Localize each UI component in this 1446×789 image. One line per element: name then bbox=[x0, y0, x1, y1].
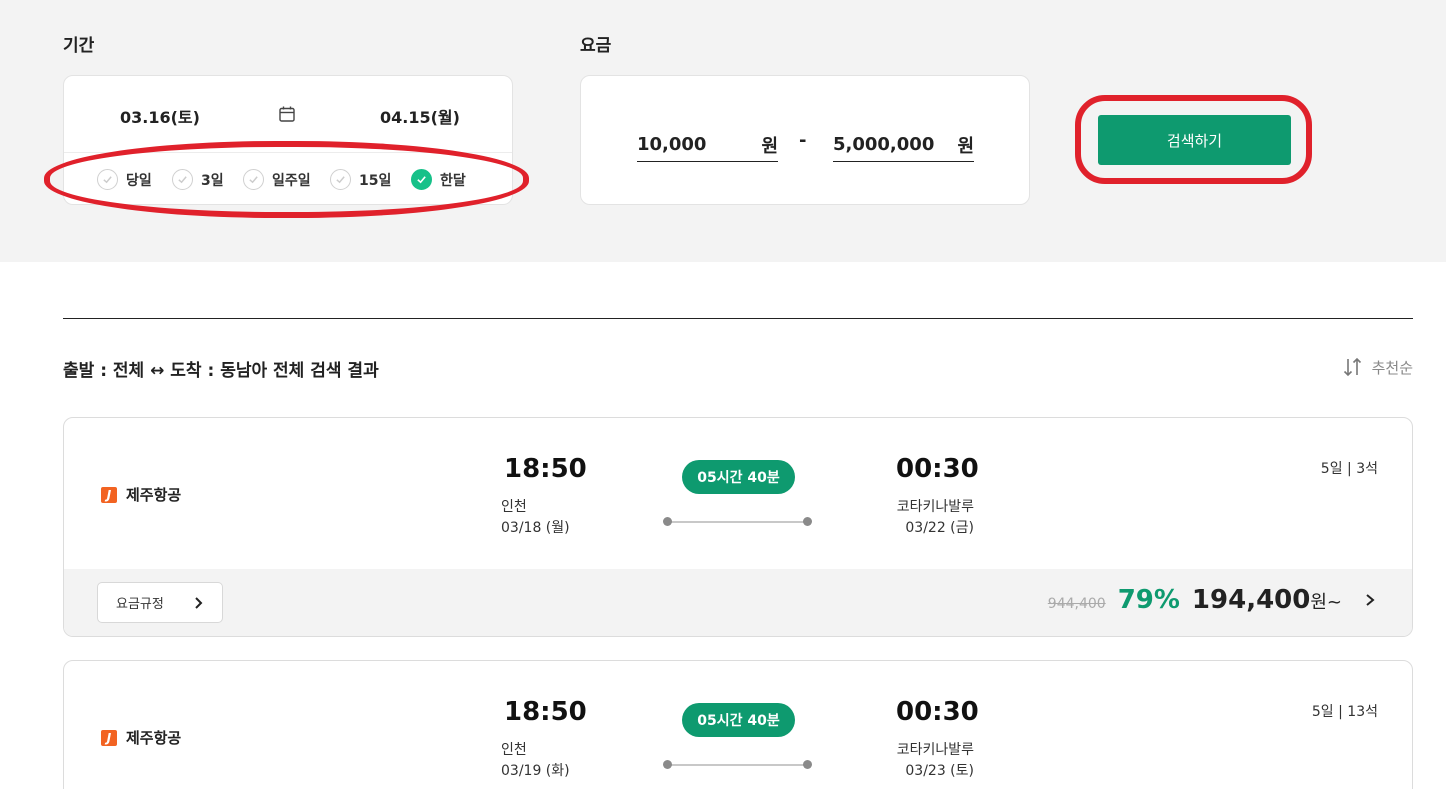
duration-badge: 05시간 40분 bbox=[682, 703, 795, 737]
arrival-city: 코타키나발루 bbox=[896, 499, 974, 515]
departure-city: 인천 bbox=[501, 742, 527, 758]
price-value: 194,400 bbox=[1191, 585, 1311, 615]
sort-button[interactable]: 추천순 bbox=[1342, 356, 1413, 378]
arrival-date: 03/23 (토) bbox=[905, 763, 974, 779]
min-price-field[interactable]: 10,000 원 bbox=[637, 128, 778, 162]
flight-card[interactable]: J 제주항공 18:50 인천 03/18 (월) 05시간 40분 00:30… bbox=[63, 417, 1413, 637]
final-price: 194,400원~ bbox=[1192, 585, 1342, 615]
original-price: 944,400 bbox=[1047, 596, 1106, 612]
airline-logo-icon: J bbox=[101, 729, 117, 746]
fare-rule-label: 요금규정 bbox=[116, 597, 164, 612]
card-footer: 요금규정 944,400 79% 194,400원~ bbox=[64, 569, 1412, 636]
chevron-right-icon[interactable] bbox=[1364, 593, 1376, 607]
route-start-dot bbox=[663, 517, 672, 526]
currency-unit: 원 bbox=[957, 135, 974, 157]
price-row: 944,400 79% 194,400원~ bbox=[1048, 585, 1376, 615]
highlight-annotation bbox=[1075, 95, 1312, 184]
route-line bbox=[667, 764, 808, 766]
start-date[interactable]: 03.16(토) bbox=[120, 104, 200, 128]
arrival-time: 00:30 bbox=[896, 697, 979, 727]
min-price-value: 10,000 bbox=[637, 134, 707, 155]
airline-logo-icon: J bbox=[101, 486, 117, 503]
departure-city: 인천 bbox=[501, 499, 527, 515]
calendar-icon[interactable] bbox=[278, 105, 296, 123]
arrival-time: 00:30 bbox=[896, 454, 979, 484]
period-label: 기간 bbox=[63, 36, 95, 56]
sort-label: 추천순 bbox=[1371, 358, 1413, 377]
airline-name: 제주항공 bbox=[126, 486, 182, 504]
arrival-city: 코타키나발루 bbox=[896, 742, 974, 758]
sort-icon bbox=[1343, 357, 1361, 377]
arrival-date: 03/22 (금) bbox=[905, 520, 974, 536]
chevron-right-icon bbox=[195, 596, 203, 609]
flight-card[interactable]: J 제주항공 18:50 인천 03/19 (화) 05시간 40분 00:30… bbox=[63, 660, 1413, 789]
max-price-value: 5,000,000 bbox=[833, 134, 935, 155]
airline-name: 제주항공 bbox=[126, 729, 182, 747]
range-separator: - bbox=[799, 130, 807, 151]
route-start-dot bbox=[663, 760, 672, 769]
airline: J 제주항공 bbox=[101, 484, 181, 505]
result-title: 출발 : 전체 ↔ 도착 : 동남아 전체 검색 결과 bbox=[63, 361, 379, 381]
max-price-field[interactable]: 5,000,000 원 bbox=[833, 128, 974, 162]
departure-date: 03/18 (월) bbox=[501, 520, 570, 536]
price-box: 10,000 원 - 5,000,000 원 bbox=[580, 75, 1030, 205]
end-date[interactable]: 04.15(월) bbox=[380, 104, 460, 128]
currency-unit: 원 bbox=[761, 135, 778, 157]
departure-time: 18:50 bbox=[504, 454, 587, 484]
route-line bbox=[667, 521, 808, 523]
fare-label: 요금 bbox=[580, 36, 612, 56]
divider bbox=[63, 318, 1413, 319]
airline: J 제주항공 bbox=[101, 727, 181, 748]
highlight-annotation bbox=[44, 141, 529, 218]
departure-time: 18:50 bbox=[504, 697, 587, 727]
duration-badge: 05시간 40분 bbox=[682, 460, 795, 494]
departure-date: 03/19 (화) bbox=[501, 763, 570, 779]
discount-rate: 79% bbox=[1117, 585, 1180, 615]
fare-rule-button[interactable]: 요금규정 bbox=[97, 582, 223, 623]
route-end-dot bbox=[803, 760, 812, 769]
price-suffix: 원~ bbox=[1310, 592, 1342, 613]
seat-info: 5일 | 3석 bbox=[1320, 461, 1378, 477]
seat-info: 5일 | 13석 bbox=[1311, 704, 1378, 720]
route-end-dot bbox=[803, 517, 812, 526]
